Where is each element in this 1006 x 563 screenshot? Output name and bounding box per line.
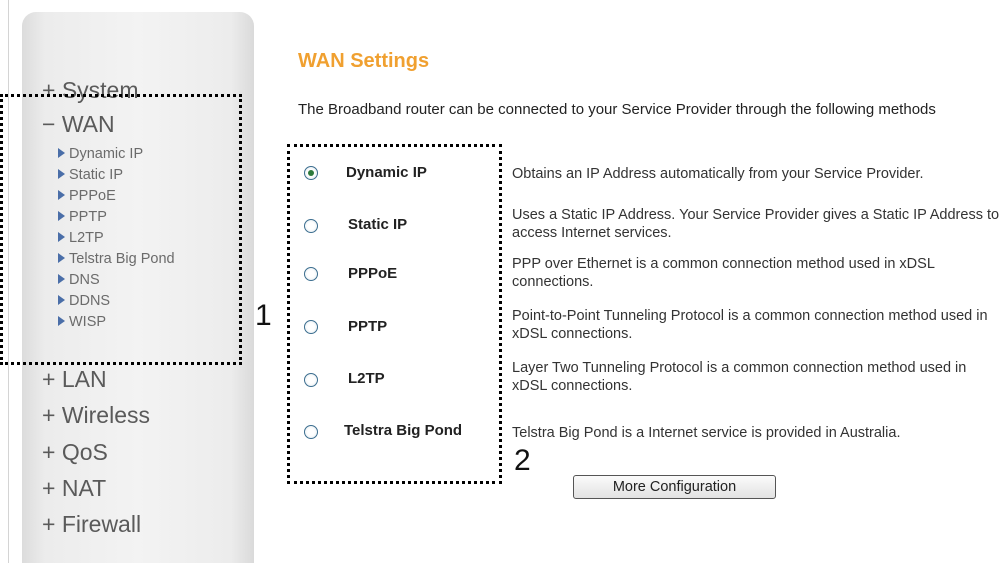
- method-label-pptp: PPTP: [348, 318, 388, 335]
- plus-icon: +: [42, 475, 56, 501]
- radio-static-ip[interactable]: [304, 219, 318, 233]
- radio-dynamic-ip[interactable]: [304, 166, 318, 180]
- method-description-l2tp: Layer Two Tunneling Protocol is a common…: [512, 360, 967, 394]
- method-description-pptp: Point-to-Point Tunneling Protocol is a c…: [512, 308, 988, 342]
- sidebar-item-label: Wireless: [61, 402, 150, 428]
- callout-number-1: 1: [255, 299, 272, 332]
- radio-pptp[interactable]: [304, 320, 318, 334]
- method-label-l2tp: L2TP: [348, 370, 385, 387]
- callout-box-1: [0, 94, 242, 365]
- sidebar-item-wireless[interactable]: + Wireless: [42, 402, 150, 428]
- method-description-pppoe: PPP over Ethernet is a common connection…: [512, 256, 935, 290]
- sidebar-item-lan[interactable]: + LAN: [42, 366, 107, 392]
- sidebar-item-label: Firewall: [61, 511, 142, 537]
- method-description-dynamic-ip: Obtains an IP Address automatically from…: [512, 166, 924, 182]
- sidebar-item-firewall[interactable]: + Firewall: [42, 511, 141, 537]
- plus-icon: +: [42, 366, 56, 392]
- plus-icon: +: [42, 402, 56, 428]
- sidebar-item-nat[interactable]: + NAT: [42, 475, 106, 501]
- sidebar-item-qos[interactable]: + QoS: [42, 439, 108, 465]
- sidebar-item-label: LAN: [61, 366, 107, 392]
- page-title: WAN Settings: [298, 50, 430, 72]
- more-configuration-button[interactable]: More Configuration: [573, 475, 776, 499]
- radio-pppoe[interactable]: [304, 267, 318, 281]
- method-label-telstra-big-pond: Telstra Big Pond: [344, 422, 463, 439]
- sidebar-item-label: NAT: [61, 475, 107, 501]
- method-description-static-ip: Uses a Static IP Address. Your Service P…: [512, 207, 1000, 241]
- method-label-dynamic-ip: Dynamic IP: [346, 164, 427, 181]
- sidebar-item-label: QoS: [61, 439, 108, 465]
- callout-number-2: 2: [514, 444, 531, 477]
- plus-icon: +: [42, 511, 56, 537]
- method-label-pppoe: PPPoE: [348, 265, 398, 282]
- radio-l2tp[interactable]: [304, 373, 318, 387]
- plus-icon: +: [42, 439, 56, 465]
- method-description-telstra-big-pond: Telstra Big Pond is a Internet service i…: [512, 425, 901, 441]
- radio-telstra-big-pond[interactable]: [304, 425, 318, 439]
- method-label-static-ip: Static IP: [348, 216, 408, 233]
- intro-text: The Broadband router can be connected to…: [298, 101, 936, 118]
